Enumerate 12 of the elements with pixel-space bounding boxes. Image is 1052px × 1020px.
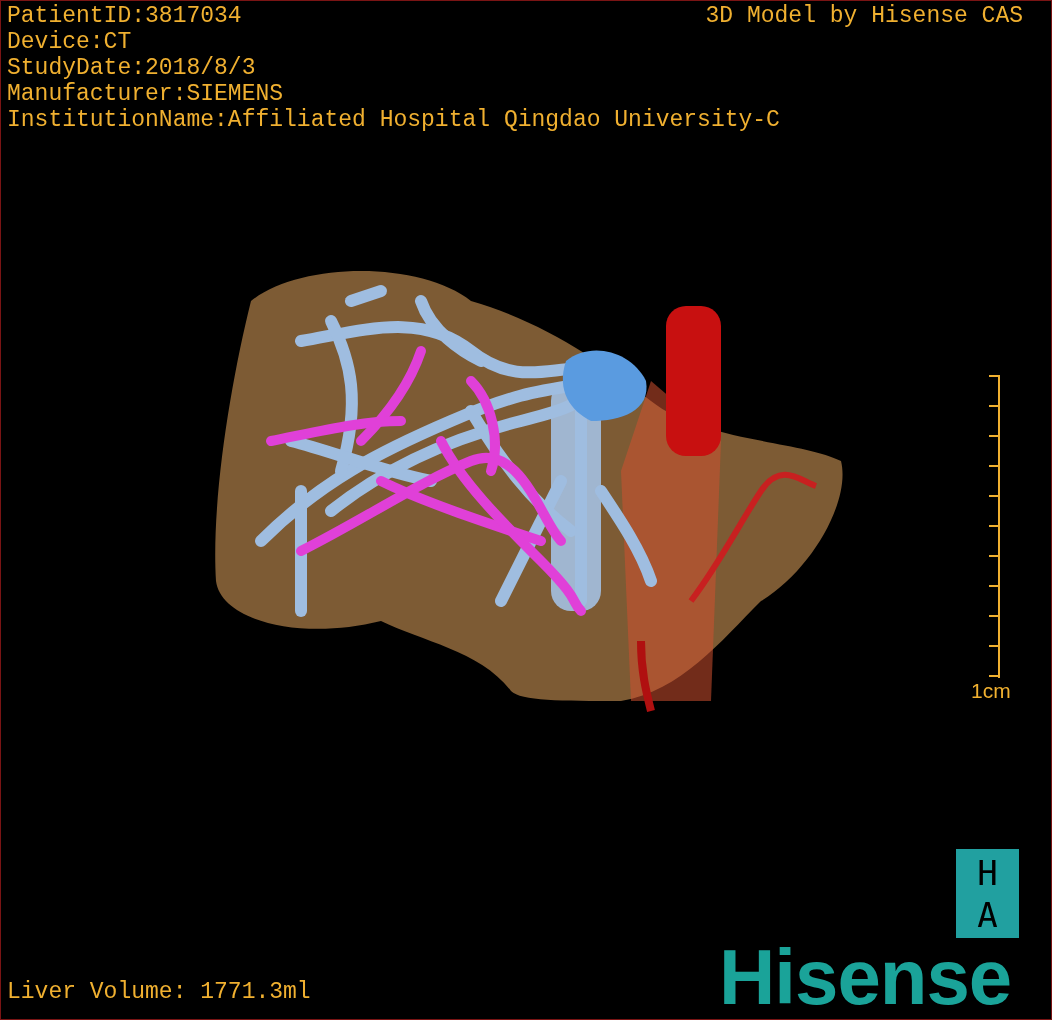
- patient-info-text: StudyDate:2018/8/3: [7, 55, 256, 81]
- scale-bar-icon: [987, 375, 1001, 678]
- liver-volume-text: Liver Volume: 1771.3ml: [7, 979, 311, 1005]
- scale-label: 1cm: [971, 678, 1011, 704]
- orientation-letter: A: [977, 893, 998, 936]
- patient-info-text: PatientID:3817034: [7, 3, 242, 29]
- model-credit-text: 3D Model by Hisense CAS: [705, 3, 1023, 29]
- patient-info-text: Manufacturer:SIEMENS: [7, 81, 284, 107]
- patient-info-text: Device:CT: [7, 29, 132, 55]
- orientation-letter: H: [977, 851, 998, 894]
- hisense-logo: Hisense: [719, 937, 1012, 1017]
- patient-info-text: InstitutionName:Affiliated Hospital Qingdao University-C: [7, 107, 780, 133]
